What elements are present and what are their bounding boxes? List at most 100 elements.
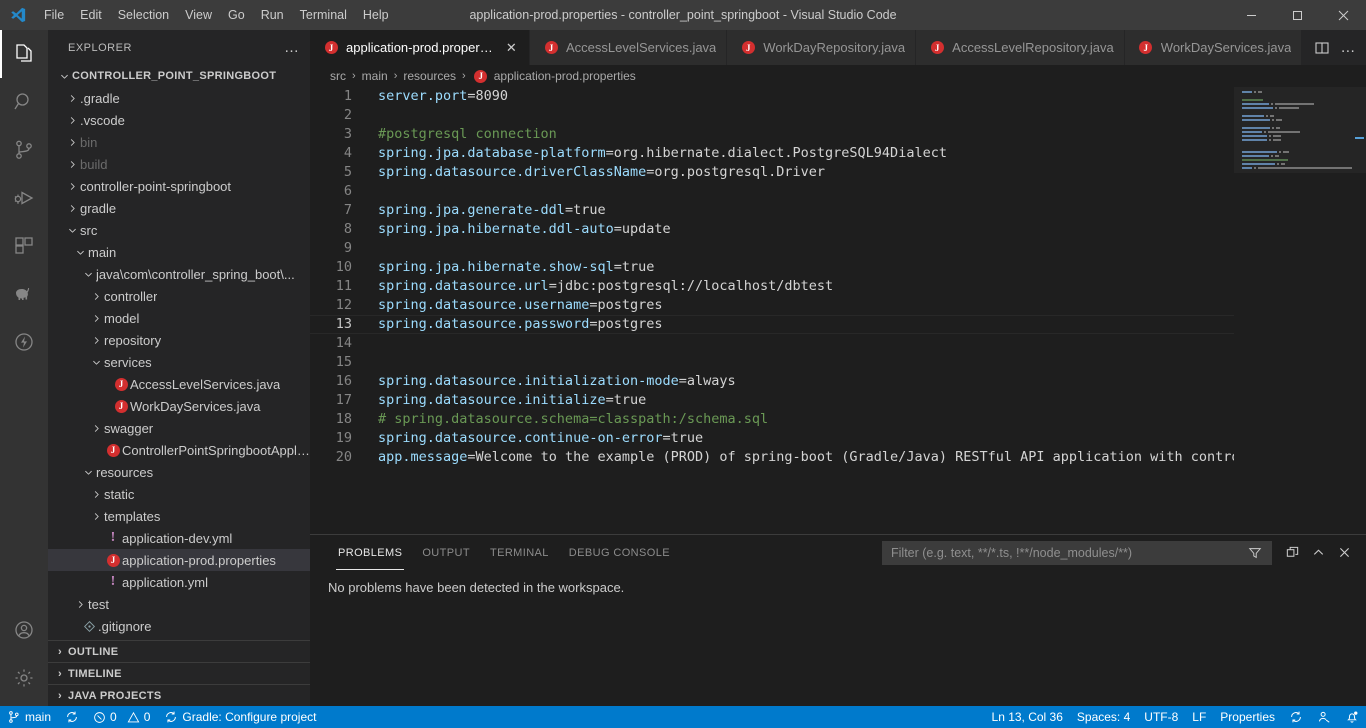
tree-folder-item[interactable]: services [48, 351, 310, 373]
tree-folder-item[interactable]: templates [48, 505, 310, 527]
code-line[interactable]: 6 [310, 182, 1234, 201]
status-cursor-position[interactable]: Ln 13, Col 36 [985, 706, 1070, 728]
close-button[interactable] [1320, 0, 1366, 30]
editor-tab[interactable]: J WorkDayRepository.java [727, 30, 917, 65]
tree-folder-item[interactable]: main [48, 241, 310, 263]
code-line[interactable]: 20 app.message=Welcome to the example (PR… [310, 448, 1234, 467]
editor-tabs[interactable]: Japplication-prod.properties ✕ J AccessLeve… [310, 30, 1366, 65]
tree-folder-item[interactable]: resources [48, 461, 310, 483]
menu-file[interactable]: File [36, 5, 72, 25]
code-line[interactable]: 9 [310, 239, 1234, 258]
explorer-more-actions-icon[interactable]: … [284, 40, 300, 55]
explorer-icon[interactable] [0, 30, 48, 78]
minimize-button[interactable] [1228, 0, 1274, 30]
tree-folder-item[interactable]: model [48, 307, 310, 329]
menu-selection[interactable]: Selection [110, 5, 177, 25]
maximize-panel-icon[interactable] [1280, 541, 1304, 565]
filter-icon[interactable] [1243, 541, 1267, 565]
problems-filter[interactable] [882, 540, 1272, 565]
code-line[interactable]: 8 spring.jpa.hibernate.ddl-auto=update [310, 220, 1234, 239]
chevron-up-icon[interactable] [1306, 541, 1330, 565]
panel-tab-output[interactable]: OUTPUT [412, 535, 480, 570]
editor-tab[interactable]: J AccessLevelServices.java [530, 30, 728, 65]
code-line[interactable]: 11 spring.datasource.url=jdbc:postgresql:… [310, 277, 1234, 296]
tree-file-item[interactable]: .gitignore [48, 615, 310, 637]
code-line[interactable]: 2 [310, 106, 1234, 125]
code-line[interactable]: 1 server.port=8090 [310, 87, 1234, 106]
status-encoding[interactable]: UTF-8 [1137, 706, 1185, 728]
breadcrumb-item[interactable]: application-prod.properties [494, 69, 636, 83]
sidebar-section-outline[interactable]: › OUTLINE [48, 640, 310, 662]
code-line[interactable]: 7 spring.jpa.generate-ddl=true [310, 201, 1234, 220]
extensions-icon[interactable] [0, 222, 48, 270]
tree-file-item[interactable]: J WorkDayServices.java [48, 395, 310, 417]
code-line[interactable]: 5 spring.datasource.driverClassName=org.p… [310, 163, 1234, 182]
tree-root-item[interactable]: CONTROLLER_POINT_SPRINGBOOT [48, 65, 310, 87]
code-line[interactable]: 18 # spring.datasource.schema=classpath:/… [310, 410, 1234, 429]
code-line[interactable]: 13 spring.datasource.password=postgres [310, 315, 1234, 334]
status-sync[interactable] [58, 706, 86, 728]
code-line[interactable]: 15 [310, 353, 1234, 372]
code-line[interactable]: 3 #postgresql connection [310, 125, 1234, 144]
tree-folder-item[interactable]: build [48, 153, 310, 175]
tree-folder-item[interactable]: test [48, 593, 310, 615]
code-line[interactable]: 17 spring.datasource.initialize=true [310, 391, 1234, 410]
breadcrumb[interactable]: src › main › resources › Japplication-prod.pro… [310, 65, 1366, 87]
breadcrumb-item[interactable]: resources [403, 69, 456, 83]
editor-tab[interactable]: Japplication-prod.properties ✕ [310, 30, 530, 65]
status-task[interactable]: Gradle: Configure project [157, 706, 323, 728]
tree-folder-item[interactable]: java\com\controller_spring_boot\... [48, 263, 310, 285]
status-language-mode[interactable]: Properties [1213, 706, 1282, 728]
tree-file-item[interactable]: J AccessLevelServices.java [48, 373, 310, 395]
tree-folder-item[interactable]: repository [48, 329, 310, 351]
panel-tab-problems[interactable]: PROBLEMS [328, 535, 412, 570]
close-icon[interactable] [1332, 541, 1356, 565]
code-line[interactable]: 10 spring.jpa.hibernate.show-sql=true [310, 258, 1234, 277]
editor-scrollbar[interactable] [1352, 87, 1366, 534]
editor-tab[interactable]: J WorkDayServices.java [1124, 30, 1303, 65]
editor-tab[interactable]: J AccessLevelRepository.java [916, 30, 1125, 65]
tree-folder-item[interactable]: gradle [48, 197, 310, 219]
minimap[interactable] [1234, 87, 1366, 534]
run-and-debug-icon[interactable] [0, 174, 48, 222]
breadcrumb-item[interactable]: main [362, 69, 388, 83]
search-icon[interactable] [0, 78, 48, 126]
code-content[interactable]: 1 server.port=8090 2 3 #postgresql connectio… [310, 87, 1234, 534]
tab-close-icon[interactable]: ✕ [504, 40, 519, 56]
gradle-elephant-icon[interactable] [0, 270, 48, 318]
tree-file-item[interactable]: ! application-dev.yml [48, 527, 310, 549]
status-notifications-bell-icon[interactable] [1338, 706, 1366, 728]
status-indentation[interactable]: Spaces: 4 [1070, 706, 1137, 728]
maximize-button[interactable] [1274, 0, 1320, 30]
sidebar-section-java-projects[interactable]: › JAVA PROJECTS [48, 684, 310, 706]
status-branch[interactable]: main [0, 706, 58, 728]
tree-file-item[interactable]: Japplication-prod.properties [48, 549, 310, 571]
code-line[interactable]: 12 spring.datasource.username=postgres [310, 296, 1234, 315]
split-editor-icon[interactable] [1314, 40, 1330, 56]
settings-gear-icon[interactable] [0, 654, 48, 702]
status-eol[interactable]: LF [1185, 706, 1213, 728]
tree-file-item[interactable]: ! application.yml [48, 571, 310, 593]
panel-tab-debug-console[interactable]: DEBUG CONSOLE [559, 535, 680, 570]
menu-go[interactable]: Go [220, 5, 253, 25]
panel-tab-terminal[interactable]: TERMINAL [480, 535, 559, 570]
tree-folder-item[interactable]: src [48, 219, 310, 241]
status-problems[interactable]: 0 0 [86, 706, 157, 728]
menu-edit[interactable]: Edit [72, 5, 110, 25]
minimap-slider[interactable] [1234, 87, 1366, 173]
sidebar-section-timeline[interactable]: › TIMELINE [48, 662, 310, 684]
code-line[interactable]: 4 spring.jpa.database-platform=org.hibern… [310, 144, 1234, 163]
tree-folder-item[interactable]: bin [48, 131, 310, 153]
tree-folder-item[interactable]: swagger [48, 417, 310, 439]
breadcrumb-item[interactable]: src [330, 69, 346, 83]
more-actions-icon[interactable]: … [1340, 40, 1355, 55]
problems-filter-input[interactable] [891, 545, 1243, 560]
menu-help[interactable]: Help [355, 5, 397, 25]
code-line[interactable]: 14 [310, 334, 1234, 353]
tree-folder-item[interactable]: controller [48, 285, 310, 307]
tree-folder-item[interactable]: .gradle [48, 87, 310, 109]
code-line[interactable]: 16 spring.datasource.initialization-mode=… [310, 372, 1234, 391]
status-sync-icon[interactable] [1282, 706, 1310, 728]
thunder-client-icon[interactable] [0, 318, 48, 366]
code-line[interactable]: 19 spring.datasource.continue-on-error=tr… [310, 429, 1234, 448]
